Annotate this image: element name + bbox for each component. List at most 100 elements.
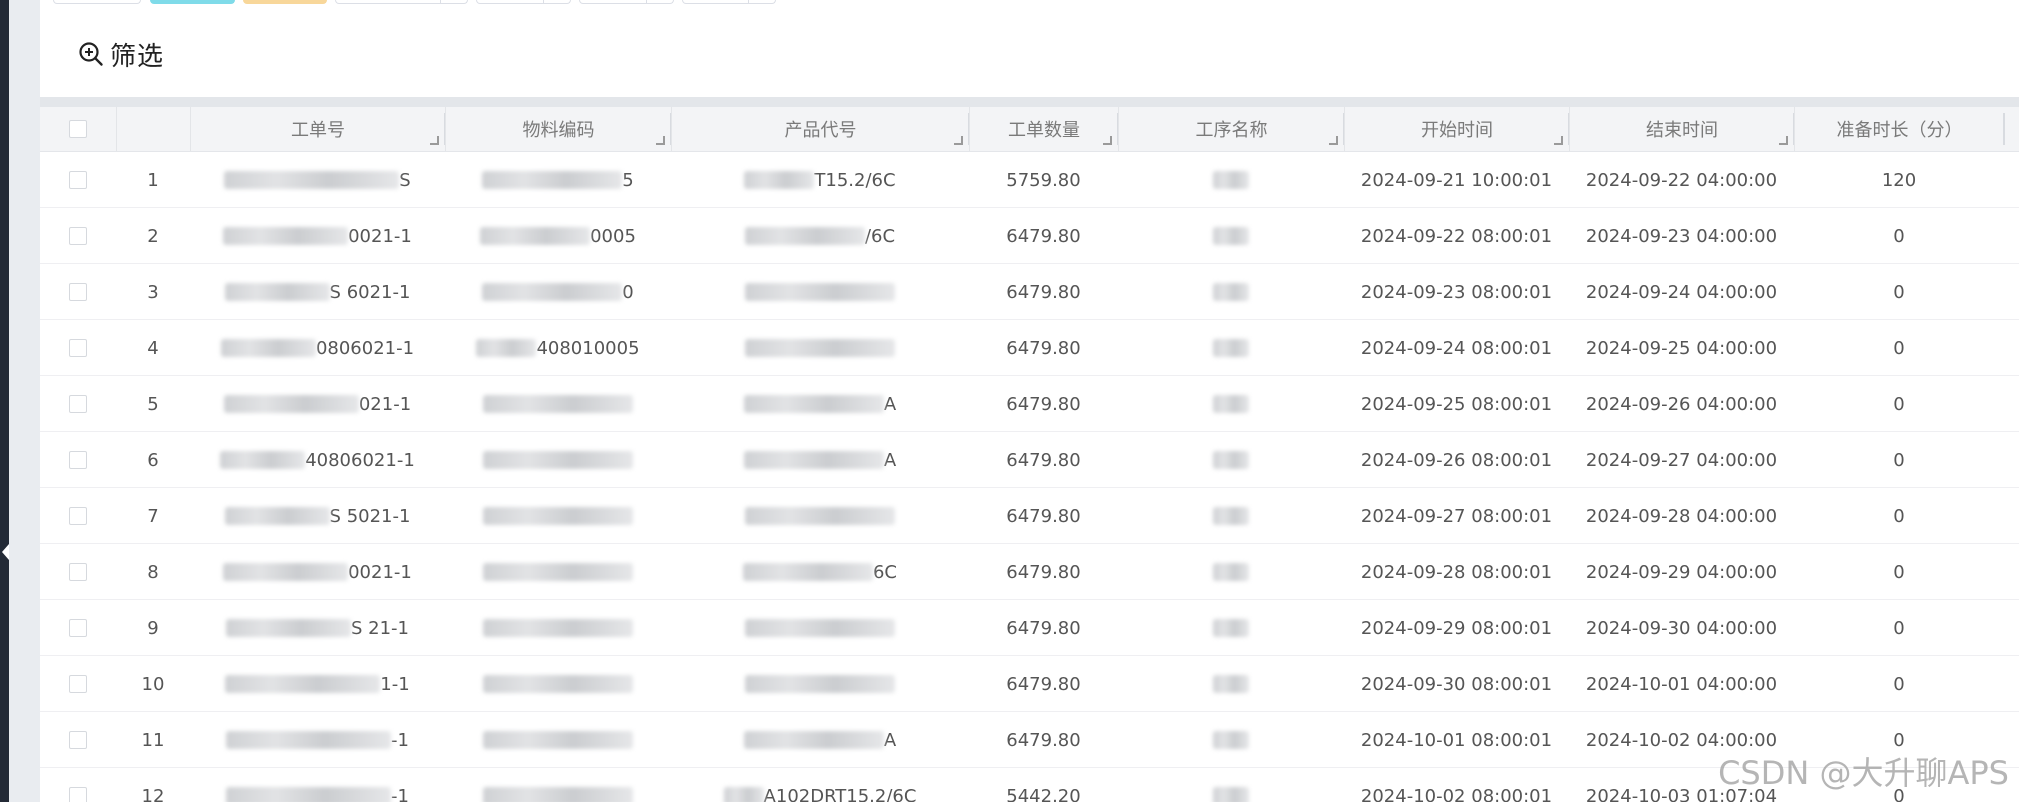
toolbar-dropdown-2[interactable] xyxy=(476,0,571,4)
cell-end-time: 2024-10-01 04:00:00 xyxy=(1585,673,1778,695)
cell-work-order-no: S 5021-1 xyxy=(190,488,445,544)
header-product-code[interactable]: 产品代号 xyxy=(671,107,970,151)
cell-process-name xyxy=(1118,656,1344,712)
masked-value xyxy=(1213,619,1249,637)
row-checkbox[interactable] xyxy=(69,395,87,413)
header-order-qty[interactable]: 工单数量 xyxy=(969,107,1119,151)
cell-material-code xyxy=(445,376,671,432)
redacted-block xyxy=(483,507,633,525)
cell-start-time: 2024-09-26 08:00:01 xyxy=(1360,449,1553,471)
masked-value: 0005 xyxy=(480,226,636,247)
redacted-block xyxy=(483,451,633,469)
cell-process-name xyxy=(1118,544,1344,600)
masked-value xyxy=(483,563,633,581)
cell-index: 1 xyxy=(147,169,159,191)
redacted-block xyxy=(744,171,815,189)
redacted-block xyxy=(226,731,392,749)
toolbar-dropdown-4[interactable] xyxy=(682,0,776,4)
visible-fragment: -1 xyxy=(391,729,409,751)
collapse-arrow-icon[interactable] xyxy=(2,544,9,560)
redacted-block xyxy=(743,731,884,749)
cell-select xyxy=(40,656,116,712)
row-checkbox[interactable] xyxy=(69,507,87,525)
masked-value: 021-1 xyxy=(223,394,411,415)
toolbar-button-3[interactable] xyxy=(243,0,327,4)
header-start-time[interactable]: 开始时间 xyxy=(1344,107,1570,151)
app-sidebar-edge xyxy=(0,0,9,802)
row-checkbox[interactable] xyxy=(69,339,87,357)
select-all-checkbox[interactable] xyxy=(69,120,87,138)
cell-order-qty: 6479.80 xyxy=(1006,561,1081,583)
table-row[interactable]: 2 0021-1 0005/6C 6479.80 2024-09-22 08:00:01… xyxy=(40,208,2019,264)
row-checkbox[interactable] xyxy=(69,283,87,301)
table-row[interactable]: 6 40806021-1 A 6479.80 2024-09-26 08:00:01 20… xyxy=(40,432,2019,488)
cell-prep-minutes: 120 xyxy=(1881,169,1917,191)
header-material-code[interactable]: 物料编码 xyxy=(445,107,672,151)
cell-process-name xyxy=(1118,152,1344,208)
toolbar-dropdown-3[interactable] xyxy=(579,0,674,4)
cell-start-time: 2024-09-22 08:00:01 xyxy=(1360,225,1553,247)
cell-prep-minutes: 0 xyxy=(1893,449,1905,471)
cell-material-code: 408010005 xyxy=(445,320,671,376)
cell-product-code xyxy=(671,488,969,544)
filter-toggle[interactable]: 筛选 xyxy=(78,37,164,72)
row-checkbox[interactable] xyxy=(69,171,87,189)
cell-start-time: 2024-09-24 08:00:01 xyxy=(1360,337,1553,359)
redacted-block xyxy=(226,619,351,637)
cell-work-order-no: S 6021-1 xyxy=(190,264,445,320)
row-checkbox[interactable] xyxy=(69,619,87,637)
cell-end-time: 2024-09-24 04:00:00 xyxy=(1585,281,1778,303)
header-prep-minutes[interactable]: 准备时长（分） xyxy=(1794,107,2005,151)
row-checkbox[interactable] xyxy=(69,731,87,749)
cell-start-time: 2024-09-29 08:00:01 xyxy=(1360,617,1553,639)
table-row[interactable]: 1 S 5 T15.2/6C 5759.80 2024-09-21 10:00:01 202… xyxy=(40,152,2019,208)
cell-end-time: 2024-09-27 04:00:00 xyxy=(1585,449,1778,471)
cell-start-time: 2024-09-23 08:00:01 xyxy=(1360,281,1553,303)
visible-fragment: 0005 xyxy=(590,225,636,247)
redacted-block xyxy=(745,619,895,637)
cell-material-code xyxy=(445,768,671,802)
table-row[interactable]: 5 021-1 A 6479.80 2024-09-25 08:00:01 2024-09… xyxy=(40,376,2019,432)
table-row[interactable]: 4 0806021-1 408010005 6479.80 2024-09-24 08:… xyxy=(40,320,2019,376)
redacted-block xyxy=(1213,563,1249,581)
header-end-time[interactable]: 结束时间 xyxy=(1569,107,1795,151)
table-row[interactable]: 8 0021-1 6C 6479.80 2024-09-28 08:00:01 2024-… xyxy=(40,544,2019,600)
cell-prep-minutes: 0 xyxy=(1893,617,1905,639)
cell-select xyxy=(40,488,116,544)
masked-value: 0021-1 xyxy=(223,226,412,247)
redacted-block xyxy=(1213,619,1249,637)
masked-value: 1-1 xyxy=(225,674,410,695)
visible-fragment: A xyxy=(883,449,897,471)
table-row[interactable]: 7 S 5021-1 6479.80 2024-09-27 08:00:01 2024-… xyxy=(40,488,2019,544)
row-checkbox[interactable] xyxy=(69,563,87,581)
header-process-name[interactable]: 工序名称 xyxy=(1118,107,1345,151)
cell-prep-minutes: 0 xyxy=(1893,505,1905,527)
visible-fragment: /6C xyxy=(864,225,896,247)
masked-value: A102DRT15.2/6C xyxy=(723,786,916,802)
redacted-block xyxy=(482,283,623,301)
sort-corner-icon xyxy=(954,136,963,145)
table-row[interactable]: 10 1-1 6479.80 2024-09-30 08:00:01 2024-10-0… xyxy=(40,656,2019,712)
header-work-order-no[interactable]: 工单号 xyxy=(190,107,446,151)
table-row[interactable]: 9 S 21-1 6479.80 2024-09-29 08:00:01 2024-09… xyxy=(40,600,2019,656)
toolbar-dropdown-1[interactable] xyxy=(335,0,468,4)
cell-select xyxy=(40,544,116,600)
redacted-block xyxy=(745,675,895,693)
row-checkbox[interactable] xyxy=(69,227,87,245)
row-checkbox[interactable] xyxy=(69,787,87,802)
header-label: 开始时间 xyxy=(1421,120,1493,141)
row-checkbox[interactable] xyxy=(69,675,87,693)
toolbar-button-2[interactable] xyxy=(150,0,235,4)
cell-material-code xyxy=(445,544,671,600)
masked-value xyxy=(1213,451,1249,469)
row-checkbox[interactable] xyxy=(69,451,87,469)
cell-material-code xyxy=(445,712,671,768)
toolbar-button-1[interactable] xyxy=(53,0,141,4)
redacted-block xyxy=(480,227,591,245)
cell-material-code xyxy=(445,488,671,544)
cell-select xyxy=(40,712,116,768)
table-row[interactable]: 3 S 6021-1 0 6479.80 2024-09-23 08:00:01 2024… xyxy=(40,264,2019,320)
masked-value xyxy=(483,451,633,469)
visible-fragment: 6C xyxy=(872,561,898,583)
cell-select xyxy=(40,768,116,802)
